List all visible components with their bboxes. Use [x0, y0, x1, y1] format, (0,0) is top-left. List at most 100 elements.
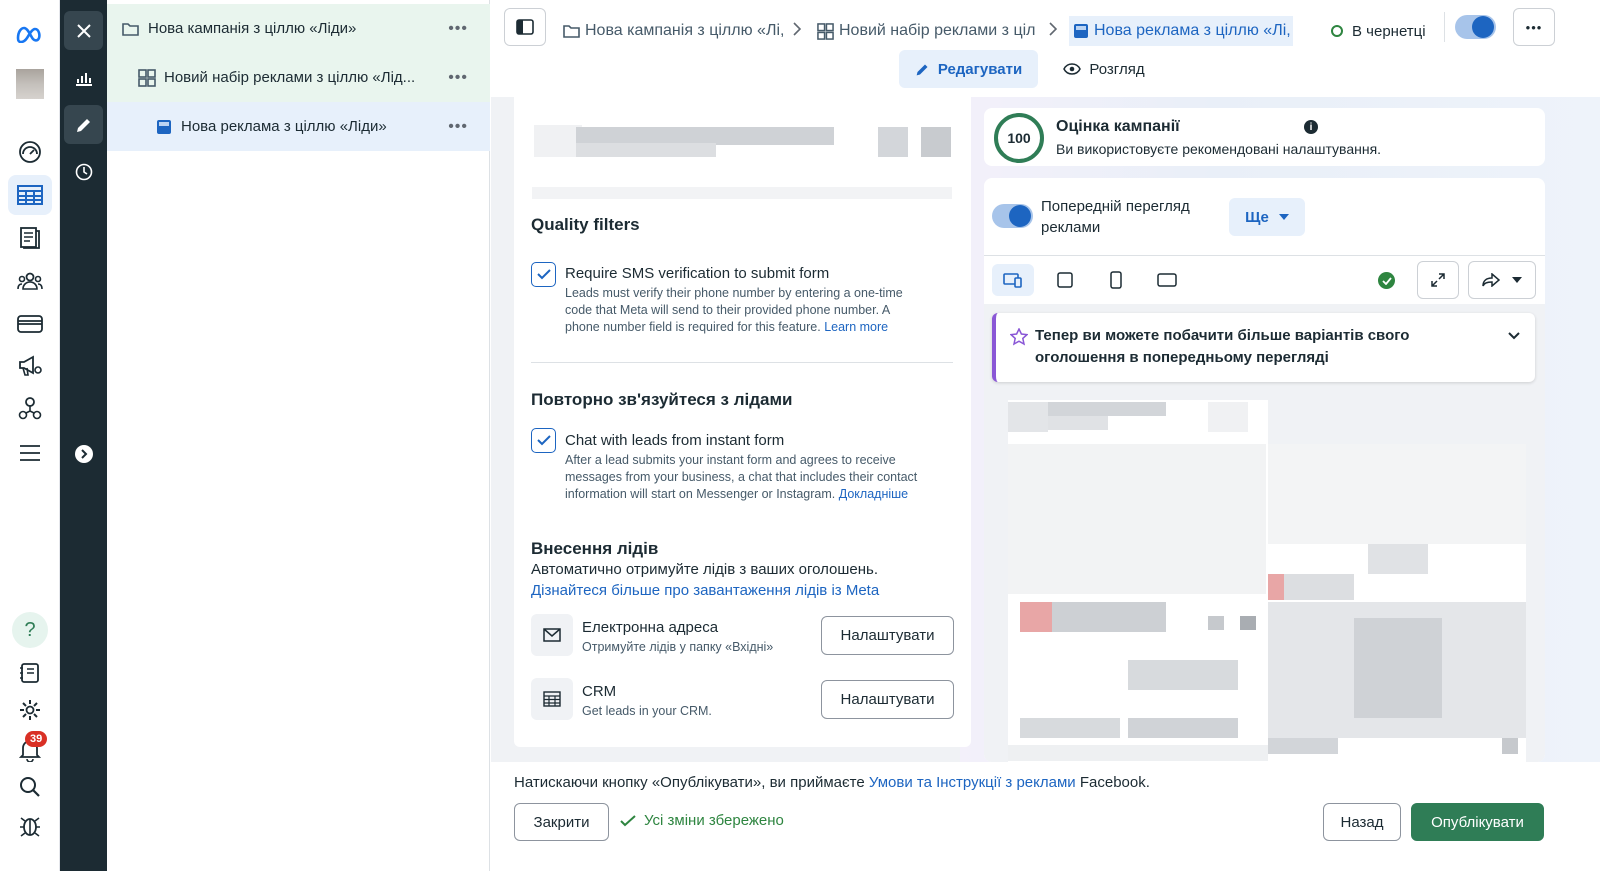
setup-crm-button[interactable]: Налаштувати: [821, 680, 954, 719]
square-icon: [1057, 272, 1073, 288]
editor-top-bar: Нова кампанія з ціллю «Лі, Новий набір р…: [491, 0, 1600, 97]
label-line: реклами: [1041, 219, 1101, 236]
more-preview-options-button[interactable]: Ще: [1229, 198, 1305, 236]
all-placements-view-button[interactable]: [992, 264, 1034, 296]
close-editor-button[interactable]: [64, 11, 103, 50]
toggle-sidebar-button[interactable]: [504, 8, 546, 46]
tree-item-label: Новий набір реклами з ціллю «Лід...: [164, 69, 416, 86]
chat-with-leads-checkbox[interactable]: [531, 428, 556, 453]
landscape-icon: [1157, 273, 1177, 287]
chevron-right-icon: [1049, 22, 1057, 36]
billing-card-icon[interactable]: [8, 304, 52, 344]
performance-chart-icon[interactable]: [64, 58, 103, 97]
dashboard-icon[interactable]: [8, 132, 52, 172]
editor-tool-rail: [60, 0, 107, 871]
ad-active-toggle[interactable]: [1455, 15, 1496, 39]
learn-more-link[interactable]: Learn more: [824, 320, 888, 334]
edit-mode-tab[interactable]: Редагувати: [899, 50, 1038, 88]
info-icon[interactable]: i: [1304, 120, 1318, 134]
business-graph-icon[interactable]: [8, 389, 52, 429]
divider: [984, 255, 1545, 256]
eye-icon: [1063, 63, 1082, 75]
chevron-right-icon: [74, 444, 93, 463]
ad-square-icon: [156, 119, 172, 135]
edit-pencil-icon[interactable]: [64, 105, 103, 144]
terms-prefix: Натискаючи кнопку «Опублікувати», ви при…: [514, 774, 865, 791]
campaign-settings-megaphone-icon[interactable]: [8, 346, 52, 386]
notifications-badge: 39: [25, 731, 48, 747]
more-options-icon[interactable]: •••: [448, 20, 468, 38]
save-status-label: Усі зміни збережено: [644, 812, 784, 829]
more-details-link[interactable]: Докладніше: [839, 487, 908, 501]
landscape-format-button[interactable]: [1150, 264, 1184, 296]
settings-gear-icon[interactable]: [8, 690, 52, 730]
ad-preview-panel: Попередній перегляд реклами Ще Тепер ви …: [984, 178, 1545, 762]
sms-verification-label: Require SMS verification to submit form: [565, 265, 830, 282]
desc-line: code that Meta will send to their provid…: [565, 303, 891, 317]
tree-item-ad[interactable]: Нова реклама з ціллю «Ліди» •••: [107, 102, 490, 151]
square-format-button[interactable]: [1048, 264, 1082, 296]
search-icon[interactable]: [8, 767, 52, 807]
lead-download-learn-more-link[interactable]: Дізнайтеся більше про завантаження лідів…: [531, 582, 879, 599]
chevron-down-icon: [1508, 332, 1520, 340]
breadcrumb-campaign[interactable]: Нова кампанія з ціллю «Лі,: [563, 16, 785, 46]
expand-icon: [1431, 273, 1445, 287]
meta-logo-icon[interactable]: [8, 14, 52, 54]
review-mode-tab[interactable]: Розгляд: [1049, 50, 1159, 88]
vertical-format-button[interactable]: [1099, 264, 1133, 296]
share-preview-button[interactable]: [1468, 261, 1536, 299]
divider: [531, 362, 953, 363]
section-title-reconnect-leads: Повторно зв'язуйтеся з лідами: [531, 390, 793, 409]
more-options-icon[interactable]: •••: [448, 118, 468, 136]
tree-item-adset[interactable]: Новий набір реклами з ціллю «Лід... •••: [107, 53, 490, 102]
desc-line: messages from your business, a chat that…: [565, 470, 918, 484]
advertising-terms-link[interactable]: Умови та Інструкції з реклами: [869, 774, 1076, 791]
expand-chevron-button[interactable]: [64, 434, 103, 473]
banner-line: Тепер ви можете побачити більше варіанті…: [1035, 327, 1410, 344]
account-avatar[interactable]: [8, 64, 52, 104]
report-bug-icon[interactable]: [8, 805, 52, 845]
desc-line: information will start on Messenger or I…: [565, 487, 836, 501]
tree-item-label: Нова кампанія з ціллю «Ліди»: [148, 20, 357, 37]
desc-line: After a lead submits your instant form a…: [565, 453, 896, 467]
breadcrumb-label: Нова реклама з ціллю «Лі,: [1094, 22, 1291, 39]
blurred-content: [878, 127, 908, 157]
sms-verification-checkbox[interactable]: [531, 262, 556, 287]
breadcrumb-adset[interactable]: Новий набір реклами з ціл: [817, 16, 1042, 46]
banner-line: оголошення в попередньому перегляді: [1035, 349, 1329, 366]
share-icon: [1482, 273, 1500, 287]
blurred-content: [576, 143, 716, 157]
reports-book-icon[interactable]: [8, 653, 52, 693]
blurred-content: [534, 125, 582, 157]
ads-manager-table-icon[interactable]: [8, 175, 52, 215]
more-options-icon[interactable]: •••: [448, 69, 468, 87]
draft-status-icon: [1331, 25, 1343, 37]
blurred-ad-preview: [1268, 444, 1526, 762]
setup-email-button[interactable]: Налаштувати: [821, 616, 954, 655]
pages-icon[interactable]: [8, 218, 52, 258]
divider: [1444, 12, 1445, 42]
blurred-ad-preview: [1008, 400, 1268, 762]
draft-status: В чернетці: [1331, 18, 1426, 44]
crm-table-icon: [531, 678, 573, 720]
breadcrumb-ad[interactable]: Нова реклама з ціллю «Лі,: [1069, 16, 1293, 46]
back-button[interactable]: Назад: [1323, 803, 1401, 841]
all-tools-menu-icon[interactable]: [8, 433, 52, 473]
tree-item-campaign[interactable]: Нова кампанія з ціллю «Ліди» •••: [107, 4, 490, 53]
edit-mode-label: Редагувати: [937, 60, 1023, 78]
save-status: Усі зміни збережено: [620, 812, 784, 829]
help-icon[interactable]: ?: [8, 610, 52, 650]
breadcrumb-label: Новий набір реклами з ціл: [839, 22, 1036, 39]
folder-icon: [563, 25, 580, 38]
audiences-icon[interactable]: [8, 261, 52, 301]
history-clock-icon[interactable]: [64, 152, 103, 191]
close-button[interactable]: Закрити: [514, 803, 609, 841]
ad-preview-toggle[interactable]: [992, 204, 1033, 228]
fullscreen-button[interactable]: [1417, 261, 1459, 299]
blurred-content: [921, 127, 951, 157]
caret-down-icon: [1278, 214, 1289, 220]
campaign-tree-panel: Нова кампанія з ціллю «Ліди» ••• Новий н…: [107, 0, 490, 871]
preview-variants-banner[interactable]: Тепер ви можете побачити більше варіанті…: [992, 313, 1535, 382]
more-actions-button[interactable]: •••: [1513, 8, 1555, 46]
publish-button[interactable]: Опублікувати: [1411, 803, 1544, 841]
